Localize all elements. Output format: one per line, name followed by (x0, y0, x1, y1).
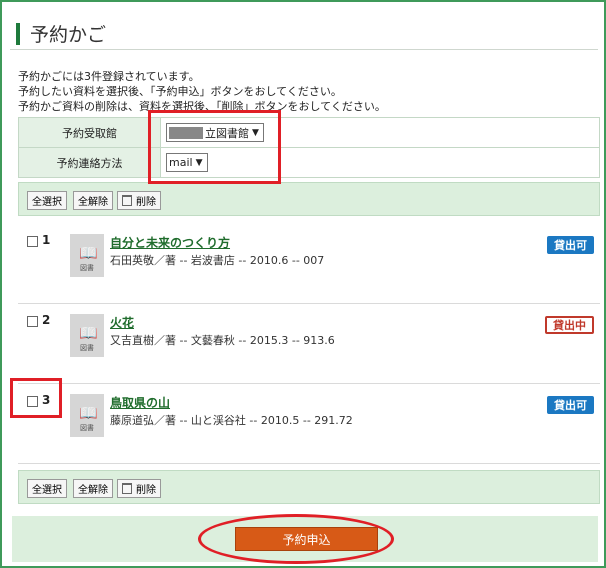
item-title-link[interactable]: 自分と未来のつくり方 (110, 234, 230, 251)
thumbnail-caption: 図書 (80, 264, 94, 272)
thumbnail-caption: 図書 (80, 344, 94, 352)
book-thumbnail: 📖 図書 (70, 394, 104, 437)
status-badge: 貸出可 (547, 396, 594, 414)
contact-label: 予約連絡方法 (18, 147, 161, 178)
status-badge: 貸出中 (545, 316, 594, 334)
status-badge: 貸出可 (547, 236, 594, 254)
contact-row: 予約連絡方法 mail ▼ (18, 147, 600, 178)
delete-label: 削除 (136, 485, 156, 496)
item-meta: 藤原道弘／著 -- 山と渓谷社 -- 2010.5 -- 291.72 (110, 414, 353, 427)
item-number: 1 (42, 233, 51, 247)
select-all-button[interactable]: 全選択 (27, 191, 67, 210)
highlight-oval-submit (198, 514, 394, 564)
toolbar-bottom: 全選択 全解除 削除 (18, 470, 600, 504)
item-title-link[interactable]: 鳥取県の山 (110, 394, 170, 411)
title-accent-bar (16, 23, 20, 45)
trash-icon (122, 483, 132, 494)
delete-label: 削除 (136, 197, 156, 208)
item-checkbox[interactable] (27, 316, 38, 327)
intro-line-1: 予約かごには3件登録されています。 (18, 70, 200, 83)
reservation-cart-frame: 予約かご 予約かごには3件登録されています。 予約したい資料を選択後、「予約申込… (0, 0, 606, 568)
delete-button[interactable]: 削除 (117, 479, 161, 498)
book-thumbnail: 📖 図書 (70, 234, 104, 277)
thumbnail-caption: 図書 (80, 424, 94, 432)
delete-button[interactable]: 削除 (117, 191, 161, 210)
book-icon: 📖 (79, 244, 98, 262)
trash-icon (122, 195, 132, 206)
page-header: 予約かご (10, 12, 598, 50)
highlight-box-options (148, 110, 281, 184)
item-checkbox[interactable] (27, 236, 38, 247)
pickup-row: 予約受取館 立図書館 ▼ (18, 117, 600, 148)
item-meta: 又吉直樹／著 -- 文藝春秋 -- 2015.3 -- 913.6 (110, 334, 335, 347)
list-item: 2 📖 図書 火花 又吉直樹／著 -- 文藝春秋 -- 2015.3 -- 91… (18, 304, 600, 384)
intro-line-2: 予約したい資料を選択後、「予約申込」ボタンをおしてください。 (18, 85, 342, 98)
deselect-all-button[interactable]: 全解除 (73, 191, 113, 210)
book-thumbnail: 📖 図書 (70, 314, 104, 357)
reservation-options-table: 予約受取館 立図書館 ▼ 予約連絡方法 mail ▼ (18, 117, 600, 178)
book-icon: 📖 (79, 324, 98, 342)
highlight-box-checkbox (10, 378, 62, 418)
deselect-all-button[interactable]: 全解除 (73, 479, 113, 498)
pickup-label: 予約受取館 (18, 117, 161, 148)
select-all-button[interactable]: 全選択 (27, 479, 67, 498)
page-title: 予約かご (30, 24, 107, 46)
item-number: 2 (42, 313, 51, 327)
list-item: 1 📖 図書 自分と未来のつくり方 石田英敬／著 -- 岩波書店 -- 2010… (18, 224, 600, 304)
toolbar-top: 全選択 全解除 削除 (18, 182, 600, 216)
intro-line-3: 予約かご資料の削除は、資料を選択後、「削除」ボタンをおしてください。 (18, 100, 386, 113)
intro-text: 予約かごには3件登録されています。 予約したい資料を選択後、「予約申込」ボタンを… (18, 69, 598, 114)
list-item: 3 📖 図書 鳥取県の山 藤原道弘／著 -- 山と渓谷社 -- 2010.5 -… (18, 384, 600, 464)
book-icon: 📖 (79, 404, 98, 422)
item-title-link[interactable]: 火花 (110, 314, 134, 331)
item-meta: 石田英敬／著 -- 岩波書店 -- 2010.6 -- 007 (110, 254, 325, 267)
